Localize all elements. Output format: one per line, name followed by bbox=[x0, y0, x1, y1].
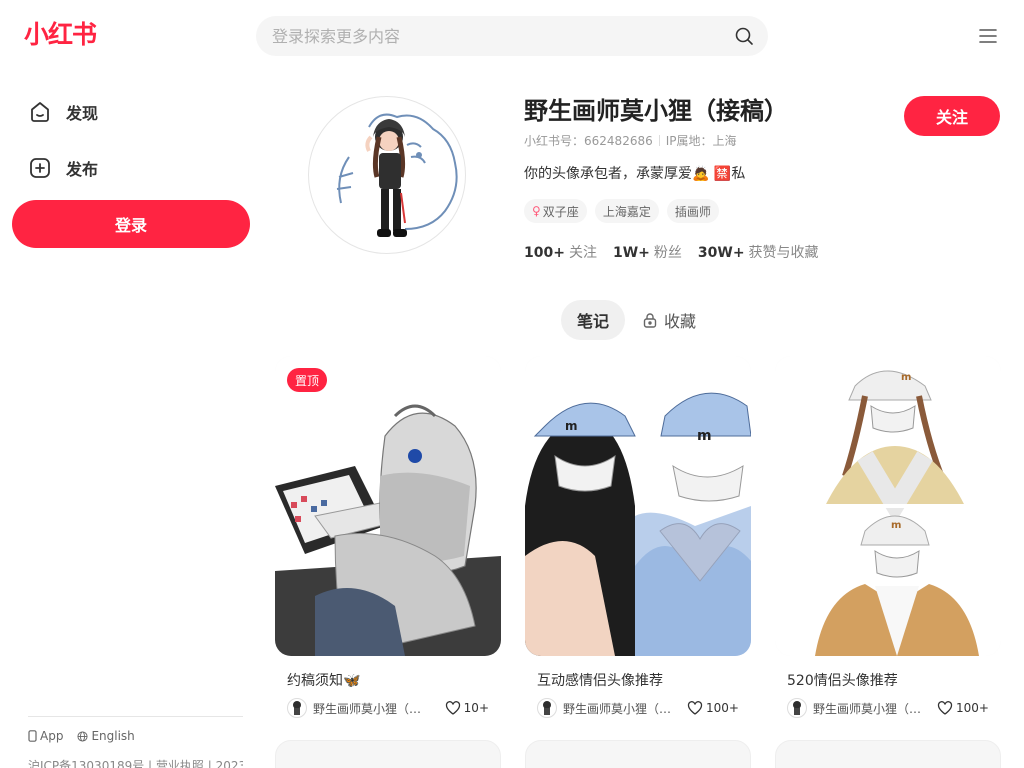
heart-icon bbox=[937, 701, 953, 715]
like-count: 10+ bbox=[463, 701, 489, 715]
note-title[interactable]: 互动感情侣头像推荐 bbox=[537, 670, 663, 690]
note-title[interactable]: 520情侣头像推荐 bbox=[787, 670, 898, 690]
avatar-illustration bbox=[336, 113, 458, 237]
like-button[interactable]: 100+ bbox=[937, 700, 989, 716]
tab-notes[interactable]: 笔记 bbox=[561, 300, 625, 340]
author-avatar[interactable] bbox=[287, 698, 307, 718]
profile-stats: 100+ 关注 1W+ 粉丝 30W+ 获赞与收藏 bbox=[524, 242, 819, 262]
like-count: 100+ bbox=[956, 701, 989, 715]
follow-button[interactable]: 关注 bbox=[904, 96, 1000, 136]
note-cover[interactable]: m m bbox=[525, 356, 751, 656]
note-cover-illustration: m m bbox=[775, 356, 1001, 656]
sidebar-item-discover[interactable]: 发现 bbox=[28, 98, 98, 126]
note-cover-illustration: m m bbox=[525, 356, 751, 656]
sidebar-divider bbox=[28, 716, 243, 717]
note-card[interactable]: m m 520情侣头像推荐 野生画师莫小狸（接稿） 100+ bbox=[775, 356, 1001, 718]
phone-icon bbox=[28, 730, 37, 742]
author-name[interactable]: 野生画师莫小狸（接稿） bbox=[313, 700, 433, 717]
svg-text:m: m bbox=[565, 419, 578, 433]
tag-location: 上海嘉定 bbox=[594, 199, 659, 223]
login-button[interactable]: 登录 bbox=[12, 200, 250, 248]
stat-likes-collects[interactable]: 30W+ 获赞与收藏 bbox=[698, 242, 819, 262]
sidebar-item-publish[interactable]: 发布 bbox=[28, 154, 98, 182]
like-button[interactable]: 100+ bbox=[687, 700, 739, 716]
search-input[interactable] bbox=[272, 16, 712, 56]
note-card[interactable]: 置顶 约稿须知🦋 野生画师莫小狸（接稿） 10+ bbox=[275, 356, 501, 718]
stat-followers[interactable]: 1W+ 粉丝 bbox=[613, 242, 682, 262]
note-card-partial[interactable] bbox=[775, 740, 1001, 768]
note-cover[interactable]: 置顶 bbox=[275, 356, 501, 656]
pinned-badge: 置顶 bbox=[287, 368, 328, 392]
heart-icon bbox=[687, 701, 703, 715]
menu-icon[interactable] bbox=[978, 26, 998, 46]
note-card-partial[interactable] bbox=[275, 740, 501, 768]
search-bar[interactable] bbox=[256, 16, 768, 56]
icp-text: 沪ICP备13030189号 | 营业执照 | 2023 bbox=[28, 759, 243, 768]
sidebar-item-label: 发布 bbox=[66, 160, 99, 179]
profile-meta: 小红书号：662482686 IP属地：上海 bbox=[524, 132, 737, 149]
logo[interactable]: 小红书 bbox=[24, 20, 97, 50]
tag-zodiac: ♀ 双子座 bbox=[524, 199, 587, 223]
tag-profession: 插画师 bbox=[666, 199, 719, 223]
search-icon[interactable] bbox=[734, 26, 754, 46]
heart-icon bbox=[445, 701, 460, 715]
note-title[interactable]: 约稿须知🦋 bbox=[287, 670, 360, 690]
tab-collections[interactable]: 收藏 bbox=[642, 300, 696, 340]
note-card[interactable]: m m 互动感情侣头像推荐 野生画师莫小狸（接稿） 100+ bbox=[525, 356, 751, 718]
home-icon bbox=[31, 102, 49, 122]
note-footer: 野生画师莫小狸（接稿） 100+ bbox=[787, 698, 989, 718]
note-cover-illustration bbox=[275, 356, 501, 656]
author-avatar[interactable] bbox=[787, 698, 807, 718]
female-icon: ♀ bbox=[532, 204, 541, 218]
plus-square-icon bbox=[30, 158, 50, 178]
globe-icon bbox=[77, 730, 88, 742]
meta-separator bbox=[658, 135, 660, 146]
profile-description: 你的头像承包者，承蒙厚爱🙇 🈲私 bbox=[524, 166, 746, 182]
sidebar-footer-links: App English bbox=[28, 729, 135, 743]
language-link[interactable]: English bbox=[77, 729, 135, 743]
note-footer: 野生画师莫小狸（接稿） 100+ bbox=[537, 698, 739, 718]
svg-text:m: m bbox=[891, 520, 901, 531]
svg-text:m: m bbox=[901, 372, 911, 383]
profile-avatar bbox=[308, 96, 466, 254]
note-cover[interactable]: m m bbox=[775, 356, 1001, 656]
author-avatar[interactable] bbox=[537, 698, 557, 718]
svg-text:m: m bbox=[697, 428, 712, 444]
profile-name: 野生画师莫小狸（接稿） bbox=[524, 97, 788, 125]
profile-id: 小红书号：662482686 bbox=[524, 134, 653, 148]
like-count: 100+ bbox=[706, 701, 739, 715]
author-name[interactable]: 野生画师莫小狸（接稿） bbox=[813, 700, 933, 717]
note-footer: 野生画师莫小狸（接稿） 10+ bbox=[287, 698, 489, 718]
profile-ip: IP属地：上海 bbox=[665, 134, 737, 148]
profile-tags: ♀ 双子座 上海嘉定 插画师 bbox=[524, 199, 719, 223]
sidebar-item-label: 发现 bbox=[66, 104, 99, 123]
note-card-partial[interactable] bbox=[525, 740, 751, 768]
author-name[interactable]: 野生画师莫小狸（接稿） bbox=[563, 700, 683, 717]
stat-following[interactable]: 100+ 关注 bbox=[524, 242, 597, 262]
like-button[interactable]: 10+ bbox=[445, 700, 489, 716]
app-link[interactable]: App bbox=[28, 729, 63, 743]
lock-icon bbox=[643, 313, 657, 328]
